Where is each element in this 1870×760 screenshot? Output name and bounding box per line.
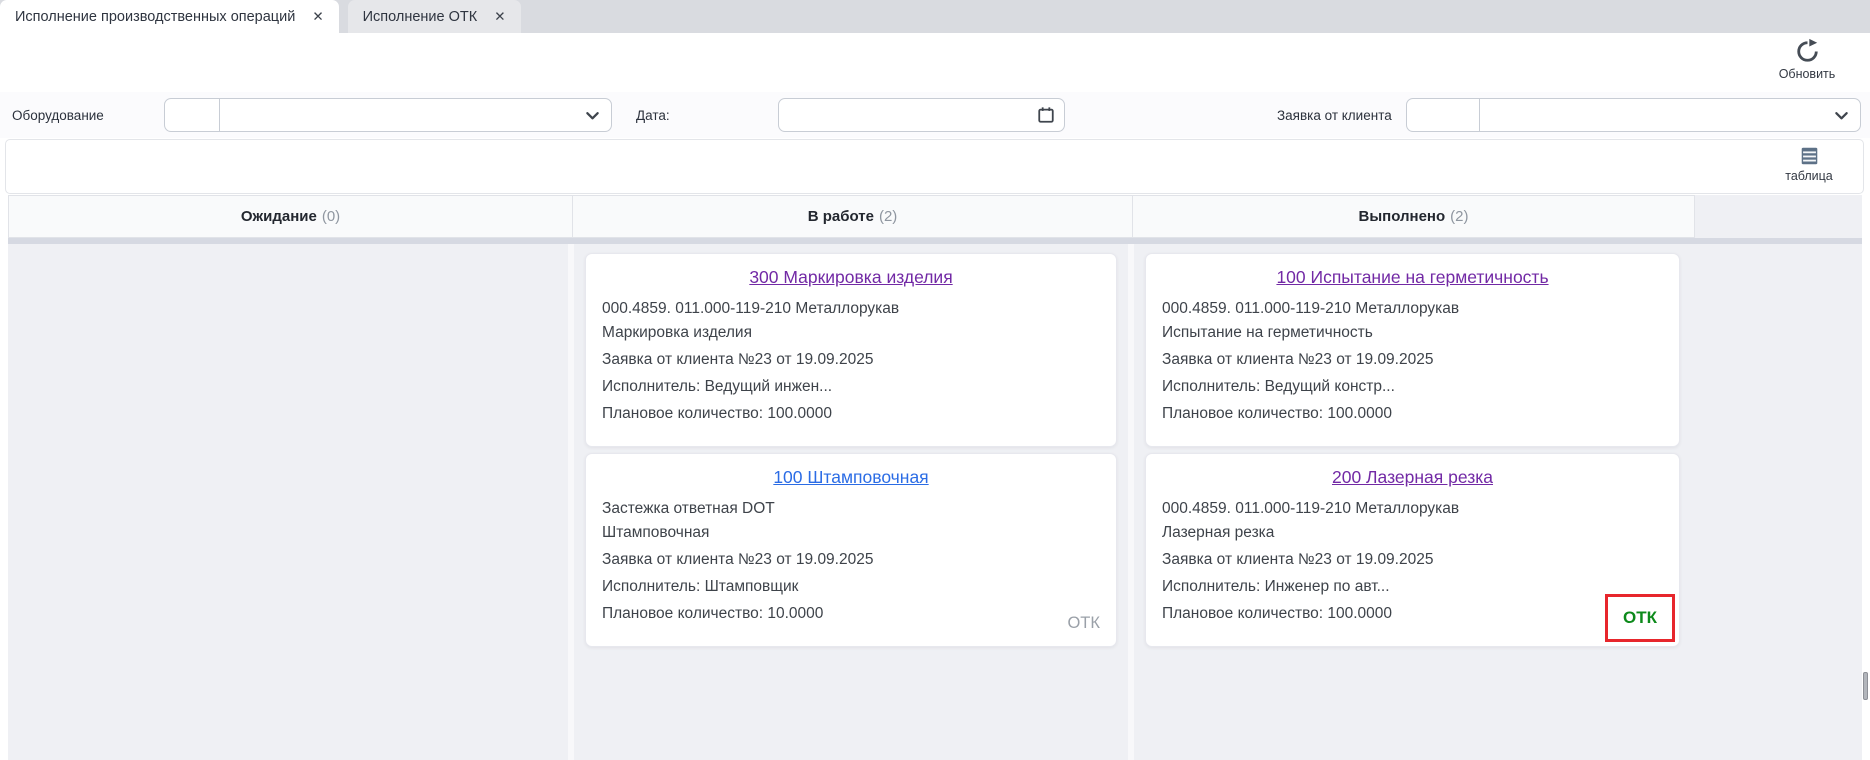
card-details: 000.4859. 011.000-119-210 Металлорукав Ла… xyxy=(1162,497,1663,626)
date-input[interactable] xyxy=(778,98,1065,132)
card-title: 300 Маркировка изделия xyxy=(602,267,1100,288)
card-line: Исполнитель: Инженер по авт... xyxy=(1162,578,1390,595)
calendar-icon[interactable] xyxy=(1037,99,1064,131)
tab-qc-execution[interactable]: Исполнение ОТК ✕ xyxy=(347,0,521,33)
column-header-done: Выполнено (2) xyxy=(1133,195,1695,238)
date-value[interactable] xyxy=(779,99,1037,131)
card-line: Заявка от клиента №23 от 19.09.2025 xyxy=(602,551,874,568)
card-title: 200 Лазерная резка xyxy=(1162,467,1663,488)
card-details: Застежка ответная DOT Штамповочная Заявка … xyxy=(602,497,1100,626)
card-title: 100 Испытание на герметичность xyxy=(1162,267,1663,288)
tab-close-icon[interactable]: ✕ xyxy=(494,9,505,25)
tab-label: Исполнение ОТК xyxy=(362,8,478,25)
client-request-code-input[interactable] xyxy=(1407,99,1480,131)
card-line: Застежка ответная DOT xyxy=(602,500,775,517)
view-toolbar-panel: таблица xyxy=(5,139,1864,194)
card-line: Маркировка изделия xyxy=(602,324,752,341)
client-request-label: Заявка от клиента xyxy=(1277,107,1392,123)
card-title-link[interactable]: 100 Испытание на герметичность xyxy=(1276,267,1548,287)
column-name: В работе xyxy=(807,208,874,225)
qc-badge[interactable]: ОТК xyxy=(1067,614,1100,633)
tab-bar: Исполнение производственных операций ✕ И… xyxy=(0,0,1870,33)
equipment-code-input[interactable] xyxy=(165,99,220,131)
card-details: 000.4859. 011.000-119-210 Металлорукав Ма… xyxy=(602,297,1100,426)
card-line: Лазерная резка xyxy=(1162,524,1275,541)
card-line: Заявка от клиента №23 от 19.09.2025 xyxy=(1162,351,1434,368)
card-line: Плановое количество: 100.0000 xyxy=(602,405,833,422)
refresh-icon xyxy=(1794,38,1821,65)
column-count: (2) xyxy=(1450,208,1469,225)
card-line: Заявка от клиента №23 от 19.09.2025 xyxy=(1162,551,1434,568)
card-details: 000.4859. 011.000-119-210 Металлорукав Ис… xyxy=(1162,297,1663,426)
column-header-in-progress: В работе (2) xyxy=(573,195,1133,238)
card-line: Плановое количество: 100.0000 xyxy=(1162,605,1393,622)
column-body-in-progress: 300 Маркировка изделия 000.4859. 011.000… xyxy=(574,244,1128,760)
card-line: Плановое количество: 10.0000 xyxy=(602,605,824,622)
card-line: Заявка от клиента №23 от 19.09.2025 xyxy=(602,351,874,368)
kanban-board: Ожидание (0) В работе (2) Выполнено (2) … xyxy=(8,195,1862,760)
chevron-down-icon[interactable] xyxy=(1834,99,1860,131)
refresh-label: Обновить xyxy=(1778,67,1836,81)
chevron-down-icon[interactable] xyxy=(585,99,611,131)
table-view-label: таблица xyxy=(1785,169,1833,183)
board-header-row: Ожидание (0) В работе (2) Выполнено (2) xyxy=(8,195,1695,238)
qc-passed-badge[interactable]: ОТК xyxy=(1605,594,1675,642)
tab-close-icon[interactable]: ✕ xyxy=(312,9,323,25)
equipment-select[interactable] xyxy=(164,98,612,132)
card-title-link[interactable]: 200 Лазерная резка xyxy=(1332,467,1493,487)
operation-card[interactable]: 300 Маркировка изделия 000.4859. 011.000… xyxy=(585,253,1117,447)
card-line: 000.4859. 011.000-119-210 Металлорукав xyxy=(1162,500,1460,517)
card-line: 000.4859. 011.000-119-210 Металлорукав xyxy=(1162,300,1460,317)
card-title-link[interactable]: 100 Штамповочная xyxy=(773,467,928,487)
card-line: Плановое количество: 100.0000 xyxy=(1162,405,1393,422)
table-view-button[interactable]: таблица xyxy=(1769,145,1849,183)
card-line: Исполнитель: Ведущий инжен... xyxy=(602,378,833,395)
card-title-link[interactable]: 300 Маркировка изделия xyxy=(749,267,952,287)
client-request-select[interactable] xyxy=(1406,98,1861,132)
column-count: (0) xyxy=(321,208,341,225)
operation-card[interactable]: 100 Штамповочная Застежка ответная DOT Шт… xyxy=(585,453,1117,647)
card-line: Испытание на герметичность xyxy=(1162,324,1373,341)
refresh-button[interactable]: Обновить xyxy=(1760,38,1854,81)
client-request-value[interactable] xyxy=(1480,99,1834,131)
scrollbar-thumb[interactable] xyxy=(1863,672,1868,700)
card-line: 000.4859. 011.000-119-210 Металлорукав xyxy=(602,300,900,317)
equipment-label: Оборудование xyxy=(12,107,104,123)
column-name: Выполнено xyxy=(1358,208,1446,225)
column-name: Ожидание xyxy=(240,208,317,225)
filter-bar: Оборудование Дата: Заявка от клиента xyxy=(0,92,1870,138)
equipment-value[interactable] xyxy=(220,99,585,131)
card-line: Исполнитель: Штамповщик xyxy=(602,578,799,595)
operation-card[interactable]: 200 Лазерная резка 000.4859. 011.000-119… xyxy=(1145,453,1680,647)
operation-card[interactable]: 100 Испытание на герметичность 000.4859.… xyxy=(1145,253,1680,447)
date-label: Дата: xyxy=(636,107,670,123)
column-body-waiting xyxy=(8,244,568,760)
column-header-waiting: Ожидание (0) xyxy=(8,195,573,238)
card-line: Штамповочная xyxy=(602,524,710,541)
column-count: (2) xyxy=(878,208,898,225)
tab-production-operations[interactable]: Исполнение производственных операций ✕ xyxy=(0,0,339,33)
tab-label: Исполнение производственных операций xyxy=(15,8,296,25)
card-title: 100 Штамповочная xyxy=(602,467,1100,488)
table-icon xyxy=(1798,145,1821,167)
card-line: Исполнитель: Ведущий констр... xyxy=(1162,378,1395,395)
column-body-done: 100 Испытание на герметичность 000.4859.… xyxy=(1134,244,1691,760)
